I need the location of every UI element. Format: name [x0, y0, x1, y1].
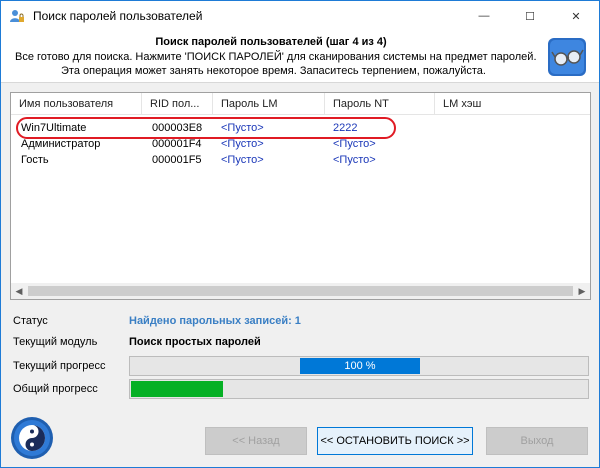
title-bar: Поиск паролей пользователей — ☐ ✕ [1, 1, 599, 31]
cell-nt-password: 2222 [333, 122, 358, 134]
maximize-button[interactable]: ☐ [507, 1, 553, 31]
column-header-nt-password[interactable]: Пароль NT [325, 93, 435, 115]
user-password-list[interactable]: Имя пользователя RID пол... Пароль LM Па… [10, 92, 591, 300]
cell-lm-password: <Пусто> [221, 138, 264, 150]
column-header-username[interactable]: Имя пользователя [11, 93, 142, 115]
cell-username: Гость [21, 154, 49, 166]
scroll-left-icon[interactable]: ◀ [11, 283, 27, 299]
total-progress-fill [131, 381, 223, 397]
table-row[interactable]: Win7Ultimate 000003E8 <Пусто> 2222 [11, 120, 571, 136]
window-title: Поиск паролей пользователей [33, 9, 203, 23]
minimize-button[interactable]: — [461, 1, 507, 31]
total-progress-bar [129, 379, 589, 399]
scroll-right-icon[interactable]: ▶ [574, 283, 590, 299]
table-row[interactable]: Администратор 000001F4 <Пусто> <Пусто> [11, 136, 571, 152]
module-label: Текущий модуль [13, 336, 98, 348]
dialog-window: Поиск паролей пользователей — ☐ ✕ Поиск … [0, 0, 600, 468]
cell-username: Win7Ultimate [21, 122, 87, 134]
column-header-lm-password[interactable]: Пароль LM [213, 93, 325, 115]
step-title: Поиск паролей пользователей (шаг 4 из 4) [155, 36, 387, 48]
step-description-line2: Эта операция может занять некоторое врем… [61, 65, 486, 77]
step-description-line1: Все готово для поиска. Нажмите 'ПОИСК ПА… [15, 51, 537, 63]
cell-lm-password: <Пусто> [221, 122, 264, 134]
current-progress-bar: 100 % [129, 356, 589, 376]
table-row[interactable]: Гость 000001F5 <Пусто> <Пусто> [11, 152, 571, 168]
scrollbar-thumb[interactable] [28, 286, 573, 296]
back-button[interactable]: << Назад [205, 427, 307, 455]
glasses-icon [547, 37, 587, 77]
cell-username: Администратор [21, 138, 101, 150]
status-value: Найдено парольных записей: 1 [129, 315, 301, 327]
total-progress-label: Общий прогресс [13, 383, 98, 395]
current-progress-text: 100 % [344, 360, 376, 372]
cell-rid: 000001F5 [152, 154, 202, 166]
horizontal-scrollbar[interactable]: ◀ ▶ [11, 283, 590, 299]
cell-nt-password: <Пусто> [333, 138, 376, 150]
cell-nt-password: <Пусто> [333, 154, 376, 166]
cell-lm-password: <Пусто> [221, 154, 264, 166]
wizard-header: Поиск паролей пользователей (шаг 4 из 4)… [1, 31, 599, 83]
exit-button[interactable]: Выход [486, 427, 588, 455]
stop-search-button[interactable]: << ОСТАНОВИТЬ ПОИСК >> [317, 427, 473, 455]
column-header-rid[interactable]: RID пол... [142, 93, 213, 115]
column-header-lm-hash[interactable]: LM хэш [435, 93, 590, 115]
module-value: Поиск простых паролей [129, 336, 261, 348]
current-progress-label: Текущий прогресс [13, 360, 106, 372]
cell-rid: 000003E8 [152, 122, 203, 134]
list-header: Имя пользователя RID пол... Пароль LM Па… [11, 93, 590, 115]
cell-rid: 000001F4 [152, 138, 202, 150]
close-button[interactable]: ✕ [553, 1, 599, 31]
user-lock-icon [9, 8, 25, 24]
yin-yang-icon [10, 416, 54, 460]
status-label: Статус [13, 315, 48, 327]
